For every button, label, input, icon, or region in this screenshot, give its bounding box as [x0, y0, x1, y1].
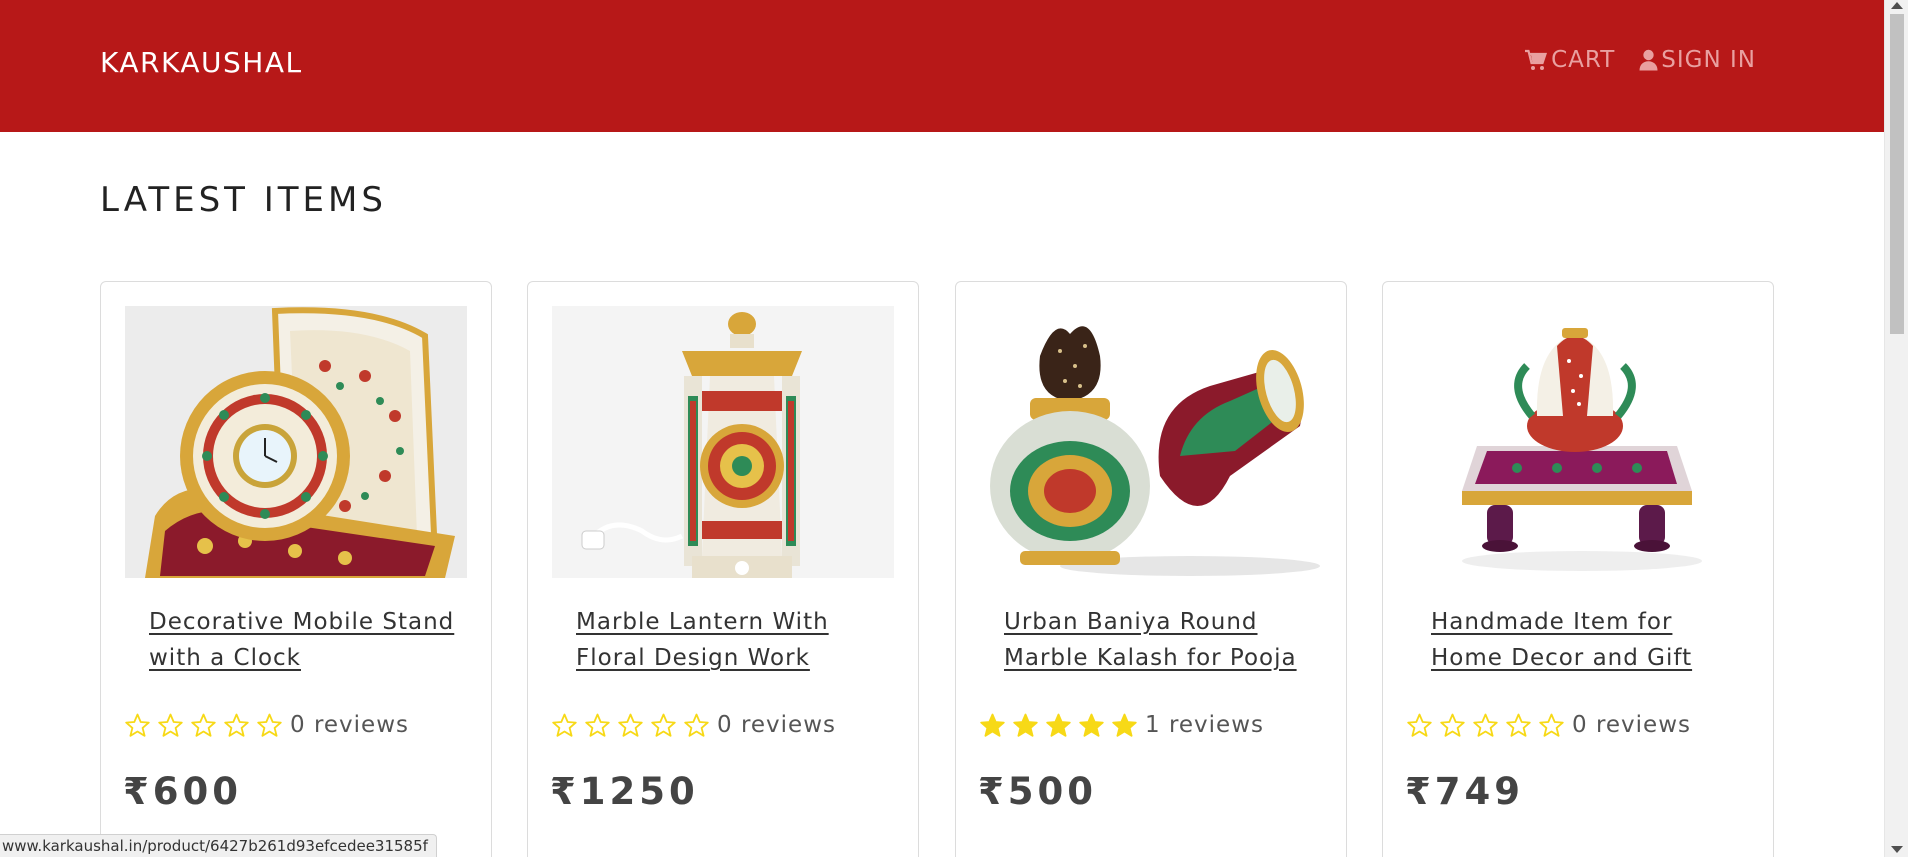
product-rating: 0 reviews — [552, 712, 836, 738]
star-outline-icon — [552, 713, 577, 737]
status-bar-url: www.karkaushal.in/product/6427b261d93efc… — [0, 834, 437, 857]
signin-label: SIGN IN — [1661, 47, 1756, 73]
product-card: Marble Lantern With Floral Design Work 0… — [527, 281, 919, 857]
product-price: ₹600 — [123, 770, 242, 813]
star-outline-icon — [1473, 713, 1498, 737]
product-rating: 0 reviews — [125, 712, 409, 738]
cart-icon — [1525, 49, 1548, 70]
cart-label: CART — [1551, 47, 1616, 73]
star-filled-icon — [1046, 713, 1071, 737]
rating-stars — [980, 713, 1137, 738]
product-title-link[interactable]: Marble Lantern With Floral Design Work — [576, 604, 896, 676]
review-count: 1 reviews — [1145, 712, 1264, 738]
product-rating: 0 reviews — [1407, 712, 1691, 738]
scroll-down-icon[interactable] — [1891, 846, 1903, 853]
signin-link[interactable]: SIGN IN — [1639, 47, 1756, 73]
scroll-up-icon[interactable] — [1891, 2, 1903, 9]
star-outline-icon — [191, 713, 216, 737]
product-image-marble-kalash[interactable] — [980, 306, 1322, 578]
star-outline-icon — [618, 713, 643, 737]
user-icon — [1639, 49, 1658, 71]
star-filled-icon — [1112, 713, 1137, 737]
product-image-handmade-ganesha[interactable] — [1407, 306, 1749, 578]
product-price: ₹500 — [978, 770, 1097, 813]
product-card: Decorative Mobile Stand with a Clock 0 r… — [100, 281, 492, 857]
brand-logo[interactable]: KARKAUSHAL — [100, 46, 303, 79]
star-outline-icon — [125, 713, 150, 737]
review-count: 0 reviews — [1572, 712, 1691, 738]
star-outline-icon — [1506, 713, 1531, 737]
review-count: 0 reviews — [290, 712, 409, 738]
nav-links: CART SIGN IN — [1524, 47, 1756, 73]
product-rating: 1 reviews — [980, 712, 1264, 738]
star-outline-icon — [684, 713, 709, 737]
star-outline-icon — [1407, 713, 1432, 737]
star-filled-icon — [980, 713, 1005, 737]
star-filled-icon — [1079, 713, 1104, 737]
product-grid: Decorative Mobile Stand with a Clock 0 r… — [100, 281, 1774, 857]
product-title-link[interactable]: Decorative Mobile Stand with a Clock — [149, 604, 469, 676]
star-outline-icon — [585, 713, 610, 737]
review-count: 0 reviews — [717, 712, 836, 738]
rating-stars — [552, 713, 709, 738]
star-outline-icon — [224, 713, 249, 737]
top-navbar: KARKAUSHAL CART SIGN IN — [0, 0, 1884, 132]
product-image-marble-lantern[interactable] — [552, 306, 894, 578]
page-scrollbar[interactable] — [1884, 0, 1908, 857]
product-card: Handmade Item for Home Decor and Gift 0 … — [1382, 281, 1774, 857]
star-outline-icon — [1440, 713, 1465, 737]
section-title: LATEST ITEMS — [100, 180, 387, 220]
star-outline-icon — [1539, 713, 1564, 737]
star-outline-icon — [651, 713, 676, 737]
star-filled-icon — [1013, 713, 1038, 737]
product-image-clock-stand[interactable] — [125, 306, 467, 578]
product-title-link[interactable]: Urban Baniya Round Marble Kalash for Poo… — [1004, 604, 1324, 676]
product-title-link[interactable]: Handmade Item for Home Decor and Gift — [1431, 604, 1751, 676]
scroll-thumb[interactable] — [1890, 14, 1904, 334]
cart-link[interactable]: CART — [1524, 47, 1615, 73]
product-card: Urban Baniya Round Marble Kalash for Poo… — [955, 281, 1347, 857]
rating-stars — [1407, 713, 1564, 738]
star-outline-icon — [257, 713, 282, 737]
star-outline-icon — [158, 713, 183, 737]
product-price: ₹1250 — [550, 770, 699, 813]
rating-stars — [125, 713, 282, 738]
product-price: ₹749 — [1405, 770, 1524, 813]
